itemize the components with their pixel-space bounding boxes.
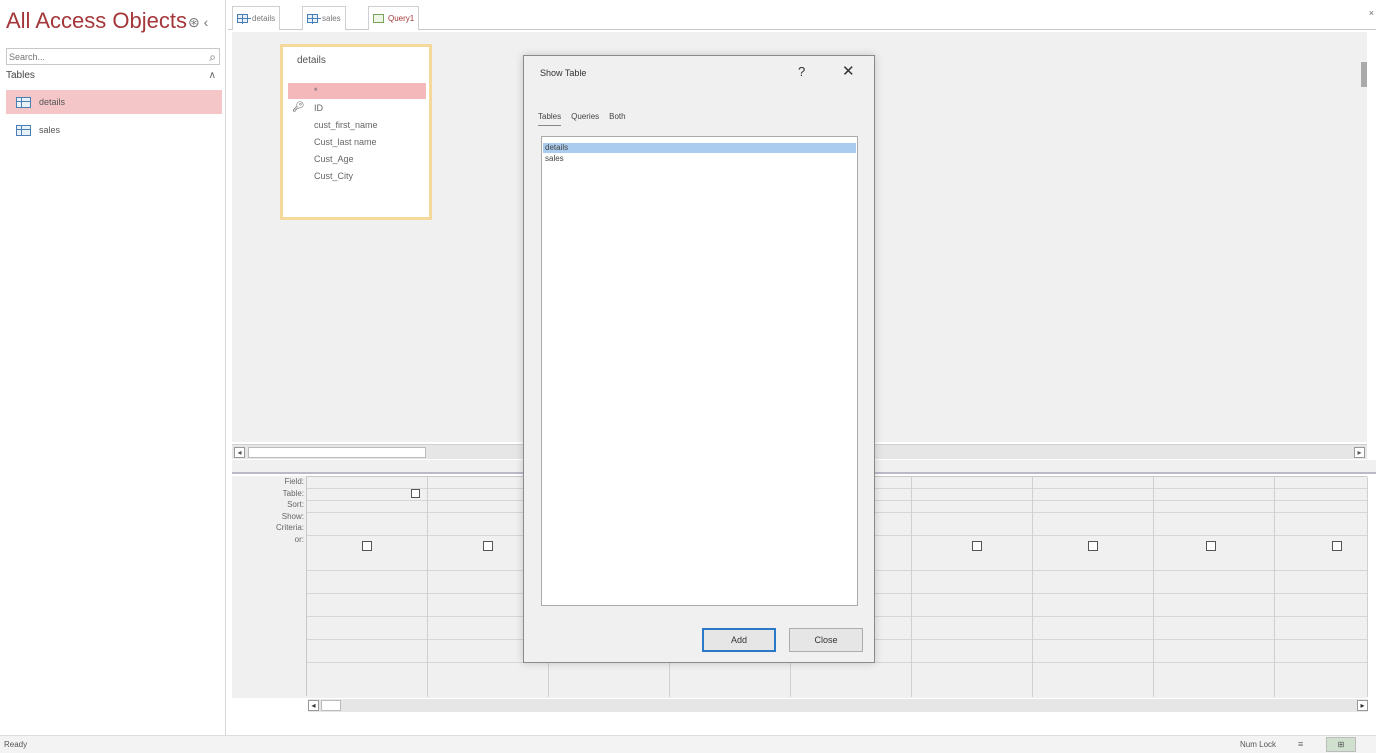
tab-query1[interactable]: Query1 [368,6,420,30]
document-tabs: details sales Query1 × [228,0,1376,30]
field-row[interactable]: cust_first_name [288,117,426,133]
tab-label: Query1 [388,14,415,23]
grid-column[interactable] [1154,477,1275,697]
field-label: Cust_last name [314,137,377,147]
grid-row-labels: Field: Table: Sort: Show: Criteria: or: [254,476,304,545]
field-label: * [314,86,318,96]
tab-tables[interactable]: Tables [538,110,562,126]
nav-search-input[interactable] [7,49,197,64]
show-checkbox[interactable] [483,541,493,551]
field-row[interactable]: Cust_City [288,168,426,184]
field-label: Cust_City [314,171,354,181]
tab-both[interactable]: Both [609,110,625,126]
vertical-scrollbar[interactable] [1361,62,1367,87]
access-window: All Access Objects ⊛ ‹ ⌕ Tables ∧ detail… [0,0,1376,753]
field-row[interactable]: Cust_Age [288,151,426,167]
field-label: cust_first_name [314,120,378,130]
nav-search-box: ⌕ [6,48,220,65]
tab-label: sales [322,14,341,23]
status-text: Ready [4,740,28,749]
design-view-icon[interactable]: ⊞ [1326,737,1356,752]
nav-item-details[interactable]: details [6,90,222,114]
show-checkbox[interactable] [1088,541,1098,551]
row-label-or: or: [294,534,304,544]
field-row[interactable]: Cust_last name [288,134,426,150]
field-list-details[interactable]: details * 🔑︎ ID cust_first_name Cust_las… [280,44,432,220]
dialog-tabs: Tables Queries Both [538,110,626,126]
navigation-pane: All Access Objects ⊛ ‹ ⌕ Tables ∧ detail… [0,0,226,735]
field-row[interactable]: * [288,83,426,99]
nav-pane-title[interactable]: All Access Objects [6,8,187,34]
primary-key-icon: 🔑︎ [292,102,305,113]
search-icon[interactable]: ⌕ [209,50,216,65]
grid-column[interactable] [307,477,428,697]
row-label-table: Table: [282,488,304,498]
nav-item-sales[interactable]: sales [6,118,222,142]
show-checkbox[interactable] [972,541,982,551]
close-icon[interactable]: ✕ [842,62,855,80]
close-document-icon[interactable]: × [1369,8,1374,18]
row-label-show: Show: [281,511,304,521]
dialog-title: Show Table [540,68,587,78]
scroll-thumb[interactable] [248,447,426,458]
table-icon [16,96,31,108]
tab-details[interactable]: details [232,6,281,30]
list-item-sales[interactable]: sales [543,154,856,164]
field-label: Cust_Age [314,154,354,164]
row-label-sort: Sort: [287,500,304,509]
field-list-title: details [297,55,326,66]
table-icon [16,124,31,136]
row-label-criteria: Criteria: [275,523,304,532]
scroll-thumb[interactable] [321,700,341,711]
table-icon [307,14,321,24]
sql-view-icon[interactable]: ≡ [1298,739,1303,749]
help-icon[interactable]: ? [798,64,805,79]
tab-sales[interactable]: sales [302,6,346,30]
show-checkbox[interactable] [362,541,372,551]
scroll-right-icon[interactable]: ▸ [1354,447,1365,458]
table-list[interactable]: details sales [541,136,858,606]
field-label: ID [314,103,323,113]
dropdown-icon[interactable] [411,489,420,498]
scroll-left-icon[interactable]: ◂ [234,447,245,458]
grid-column[interactable] [1033,477,1154,697]
query-icon [373,14,384,23]
show-checkbox[interactable] [1332,541,1342,551]
tab-label: details [252,14,276,23]
grid-column[interactable] [1275,477,1368,697]
nav-item-label: sales [39,125,61,135]
scroll-right-icon[interactable]: ▸ [1357,700,1368,711]
chevron-up-icon[interactable]: ∧ [209,70,216,81]
add-button[interactable]: Add [702,628,776,652]
status-bar: Ready Num Lock ≡ ⊞ [0,735,1376,753]
nav-item-label: details [39,97,66,107]
field-row[interactable]: 🔑︎ ID [288,100,426,116]
num-lock-indicator: Num Lock [1240,740,1277,749]
grid-horizontal-scrollbar[interactable]: ◂ ▸ [308,699,1368,712]
close-button[interactable]: Close [789,628,863,652]
nav-group-tables[interactable]: Tables ∧ [6,70,220,86]
grid-column[interactable] [912,477,1033,697]
list-item-details[interactable]: details [543,143,856,153]
nav-group-label: Tables [6,70,35,81]
show-checkbox[interactable] [1206,541,1216,551]
table-icon [237,14,251,24]
scroll-left-icon[interactable]: ◂ [308,700,319,711]
tab-queries[interactable]: Queries [571,110,599,126]
show-table-dialog: Show Table ? ✕ Tables Queries Both detai… [523,55,875,663]
shutter-bar-icon[interactable]: ⊛ ‹ [188,14,208,31]
row-label-field: Field: [284,477,304,486]
